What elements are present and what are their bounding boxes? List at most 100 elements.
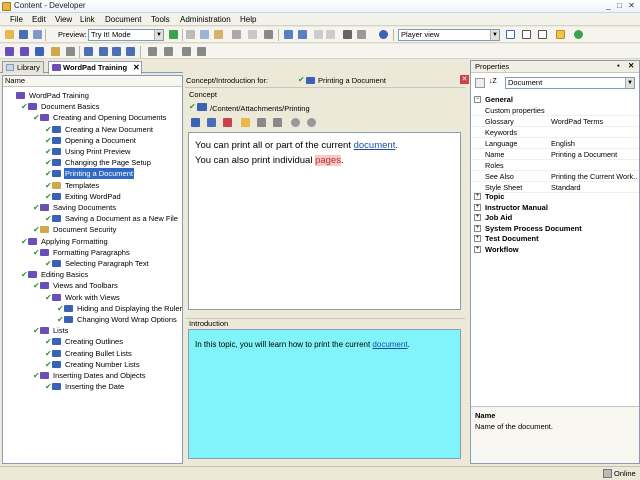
menu-edit[interactable]: Edit xyxy=(32,15,46,24)
folder-view-icon[interactable] xyxy=(556,30,565,39)
collapse-icon[interactable]: − xyxy=(474,96,481,103)
property-value[interactable]: English xyxy=(551,138,637,149)
cut-icon[interactable] xyxy=(186,30,195,39)
redo-icon[interactable] xyxy=(298,30,307,39)
unlink-icon[interactable] xyxy=(197,47,206,56)
property-value[interactable]: WordPad Terms xyxy=(551,116,637,127)
link-icon[interactable] xyxy=(182,47,191,56)
check-out-icon[interactable] xyxy=(148,47,157,56)
refresh-icon[interactable] xyxy=(574,30,583,39)
delete-icon[interactable] xyxy=(232,30,241,39)
close-button[interactable]: ✕ xyxy=(626,1,637,11)
close-icon[interactable]: ✕ xyxy=(628,61,634,70)
new-web-page-icon[interactable] xyxy=(66,47,75,56)
property-row[interactable]: Custom properties xyxy=(471,105,639,116)
properties-object-select[interactable]: Document ▼ xyxy=(505,77,635,89)
preview-mode-select[interactable]: Try It! Mode ▼ xyxy=(88,29,164,41)
menu-document[interactable]: Document xyxy=(105,15,141,24)
move-left-icon[interactable] xyxy=(84,47,93,56)
prop-category-general[interactable]: − General xyxy=(471,94,639,105)
paste-icon[interactable] xyxy=(214,30,223,39)
replace-icon[interactable] xyxy=(357,30,366,39)
expand-icon[interactable]: + xyxy=(474,193,481,200)
prop-category[interactable]: + System Process Document xyxy=(471,223,639,234)
layout3-icon[interactable] xyxy=(538,30,547,39)
menu-link[interactable]: Link xyxy=(80,15,95,24)
maximize-button[interactable]: □ xyxy=(614,1,625,11)
categorized-icon[interactable] xyxy=(475,78,485,88)
prop-category[interactable]: + Job Aid xyxy=(471,212,639,223)
expand-icon[interactable]: + xyxy=(474,214,481,221)
expand-icon[interactable]: + xyxy=(474,235,481,242)
remove-icon[interactable] xyxy=(223,118,232,127)
menu-tools[interactable]: Tools xyxy=(151,15,170,24)
new-module-icon[interactable] xyxy=(5,47,14,56)
layout2-icon[interactable] xyxy=(522,30,531,39)
check-in-icon[interactable] xyxy=(164,47,173,56)
topic-icon xyxy=(52,338,61,346)
tab-wordpad-training[interactable]: WordPad Training ✕ xyxy=(48,61,142,74)
document-link[interactable]: document xyxy=(354,140,396,151)
property-row[interactable]: Keywords xyxy=(471,127,639,138)
indent-icon[interactable] xyxy=(326,30,335,39)
menu-administration[interactable]: Administration xyxy=(180,15,231,24)
property-row[interactable]: Glossary WordPad Terms xyxy=(471,116,639,127)
intro-document-link[interactable]: document xyxy=(372,340,407,349)
new-section-icon[interactable] xyxy=(20,47,29,56)
help-icon[interactable] xyxy=(379,30,388,39)
layout1-icon[interactable] xyxy=(506,30,515,39)
menu-help[interactable]: Help xyxy=(240,15,256,24)
settings-icon[interactable] xyxy=(257,118,266,127)
play-icon[interactable] xyxy=(169,30,178,39)
pages-link[interactable]: pages xyxy=(315,155,341,166)
forward-icon[interactable] xyxy=(307,118,316,127)
prop-category[interactable]: + Instructor Manual xyxy=(471,202,639,213)
expand-icon[interactable]: + xyxy=(474,203,481,211)
attachment-path[interactable]: /Content/Attachments/Printing xyxy=(210,104,310,113)
sort-alpha-icon[interactable]: ↓Z xyxy=(489,78,501,88)
link-icon[interactable] xyxy=(191,118,200,127)
undo-icon[interactable] xyxy=(284,30,293,39)
tab-library[interactable]: Library xyxy=(2,61,44,73)
move-right-icon[interactable] xyxy=(99,47,108,56)
prop-category[interactable]: + Topic xyxy=(471,191,639,202)
close-icon[interactable]: ✕ xyxy=(133,62,140,73)
save-icon[interactable] xyxy=(19,30,28,39)
menu-view[interactable]: View xyxy=(55,15,72,24)
property-row[interactable]: Language English xyxy=(471,138,639,149)
back-icon[interactable] xyxy=(291,118,300,127)
attach-icon[interactable] xyxy=(207,118,216,127)
property-row[interactable]: Name Printing a Document xyxy=(471,149,639,160)
find-icon[interactable] xyxy=(264,30,273,39)
open-icon[interactable] xyxy=(5,30,14,39)
copy-icon[interactable] xyxy=(200,30,209,39)
property-row[interactable]: See Also Printing the Current Work... xyxy=(471,171,639,182)
introduction-editor[interactable]: In this topic, you will learn how to pri… xyxy=(188,329,461,459)
topic-icon xyxy=(52,215,61,223)
properties-icon[interactable] xyxy=(248,30,257,39)
concept-for-value[interactable]: Printing a Document xyxy=(318,76,386,85)
expand-icon[interactable]: + xyxy=(474,224,481,232)
expand-icon[interactable]: + xyxy=(474,245,481,253)
edit-icon[interactable] xyxy=(241,118,250,127)
properties-icon[interactable] xyxy=(273,118,282,127)
property-value[interactable]: Printing a Document xyxy=(551,149,637,160)
outdent-icon[interactable] xyxy=(314,30,323,39)
binoculars-icon[interactable] xyxy=(343,30,352,39)
prop-category[interactable]: + Workflow xyxy=(471,244,639,255)
new-document-icon[interactable] xyxy=(51,47,60,56)
menu-file[interactable]: File xyxy=(10,15,23,24)
close-icon[interactable]: ✕ xyxy=(460,75,469,84)
tree-item-label: Inserting Dates and Objects xyxy=(53,371,146,380)
move-up-icon[interactable] xyxy=(112,47,121,56)
minimize-button[interactable]: _ xyxy=(603,1,614,11)
save-all-icon[interactable] xyxy=(33,30,42,39)
move-down-icon[interactable] xyxy=(126,47,135,56)
property-row[interactable]: Roles xyxy=(471,160,639,171)
pin-icon[interactable]: ▪ xyxy=(617,61,620,70)
property-value[interactable]: Printing the Current Work... xyxy=(551,171,637,182)
concept-editor[interactable]: You can print all or part of the current… xyxy=(188,132,461,310)
player-view-select[interactable]: Player view ▼ xyxy=(398,29,500,41)
prop-category[interactable]: + Test Document xyxy=(471,233,639,244)
new-topic-icon[interactable] xyxy=(35,47,44,56)
